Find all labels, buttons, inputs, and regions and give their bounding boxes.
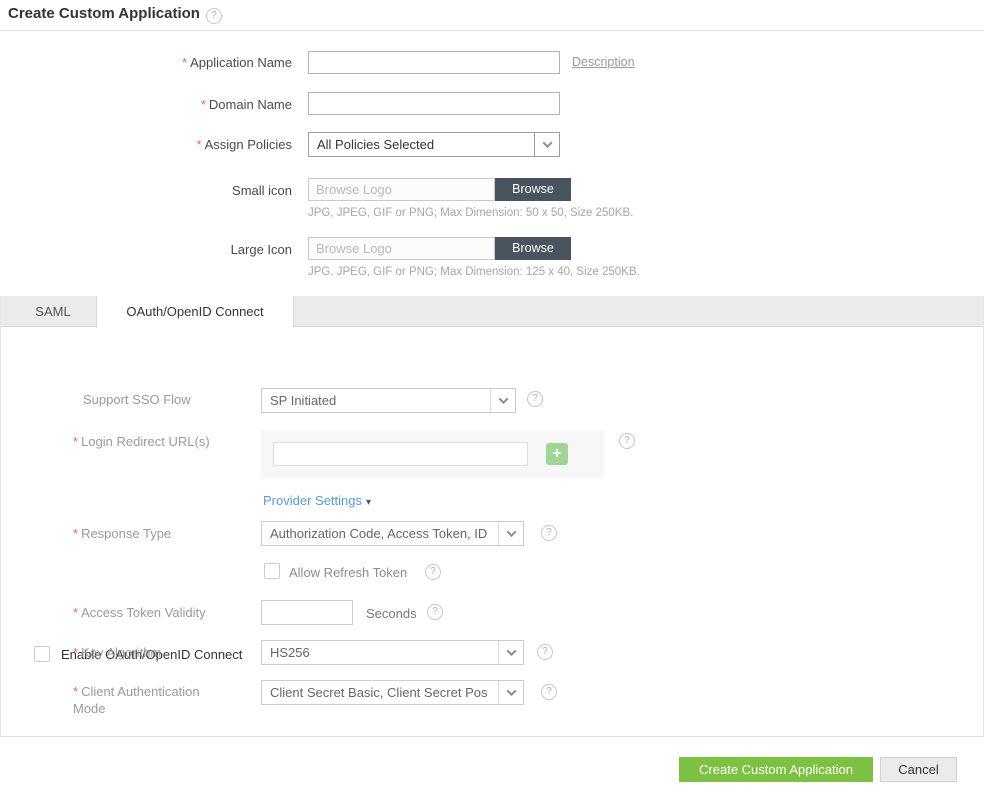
chevron-down-icon: [534, 133, 559, 156]
tab-saml[interactable]: SAML: [10, 296, 96, 327]
login-redirect-input[interactable]: [273, 442, 528, 466]
allow-refresh-token-label: Allow Refresh Token: [289, 565, 407, 580]
cancel-button[interactable]: Cancel: [880, 757, 957, 782]
sso-flow-value: SP Initiated: [262, 389, 490, 412]
application-name-input[interactable]: [308, 51, 560, 74]
large-icon-hint: JPG, JPEG, GIF or PNG; Max Dimension: 12…: [308, 266, 640, 278]
required-marker: *: [197, 137, 202, 152]
domain-name-input[interactable]: [308, 92, 560, 115]
small-icon-filename-input[interactable]: [308, 178, 495, 201]
chevron-down-icon: [490, 389, 515, 412]
create-custom-application-button[interactable]: Create Custom Application: [679, 757, 873, 782]
provider-settings-toggle[interactable]: Provider Settings▾: [263, 493, 371, 508]
tab-oauth-openid-connect[interactable]: OAuth/OpenID Connect: [96, 296, 294, 328]
domain-name-label: *Domain Name: [0, 97, 292, 112]
add-redirect-url-button[interactable]: +: [546, 443, 568, 465]
large-icon-label: Large Icon: [0, 242, 292, 257]
chevron-down-icon: [498, 522, 523, 545]
required-marker: *: [182, 55, 187, 70]
login-redirect-label: *Login Redirect URL(s): [73, 434, 210, 449]
caret-down-icon: ▾: [366, 497, 371, 508]
sso-flow-help-icon[interactable]: ?: [527, 391, 543, 407]
allow-refresh-token-help-icon[interactable]: ?: [425, 564, 441, 580]
assign-policies-value: All Policies Selected: [309, 133, 534, 156]
chevron-down-icon: [498, 681, 523, 704]
key-algorithm-select[interactable]: HS256: [261, 640, 524, 665]
enable-oauth-checkbox[interactable]: [34, 646, 50, 662]
required-marker: *: [73, 684, 78, 699]
plus-icon: +: [552, 445, 561, 462]
response-type-label: *Response Type: [73, 526, 171, 541]
client-auth-mode-label: *Client Authentication Mode: [73, 683, 223, 717]
allow-refresh-token-checkbox[interactable]: [264, 563, 280, 579]
required-marker: *: [73, 605, 78, 620]
key-algorithm-label: *Key Algorithm: [73, 645, 161, 660]
header-divider: [0, 30, 984, 31]
assign-policies-label: *Assign Policies: [0, 137, 292, 152]
small-icon-browse-button[interactable]: Browse: [495, 178, 571, 201]
client-auth-mode-select[interactable]: Client Secret Basic, Client Secret Pos: [261, 680, 524, 705]
response-type-value: Authorization Code, Access Token, ID: [262, 522, 498, 545]
page-title: Create Custom Application: [8, 5, 200, 22]
sso-flow-select[interactable]: SP Initiated: [261, 388, 516, 413]
tab-strip: SAML OAuth/OpenID Connect: [1, 296, 983, 327]
response-type-select[interactable]: Authorization Code, Access Token, ID: [261, 521, 524, 546]
required-marker: *: [73, 526, 78, 541]
assign-policies-select[interactable]: All Policies Selected: [308, 132, 560, 157]
response-type-help-icon[interactable]: ?: [541, 525, 557, 541]
small-icon-label: Small icon: [0, 183, 292, 198]
large-icon-browse-button[interactable]: Browse: [495, 237, 571, 260]
required-marker: *: [201, 97, 206, 112]
access-token-validity-input[interactable]: [261, 600, 353, 625]
sso-flow-label: Support SSO Flow: [83, 392, 191, 407]
client-auth-mode-value: Client Secret Basic, Client Secret Pos: [262, 681, 498, 704]
key-algorithm-value: HS256: [262, 641, 498, 664]
client-auth-mode-help-icon[interactable]: ?: [541, 684, 557, 700]
seconds-unit-label: Seconds: [366, 606, 417, 621]
key-algorithm-help-icon[interactable]: ?: [537, 644, 553, 660]
small-icon-hint: JPG, JPEG, GIF or PNG; Max Dimension: 50…: [308, 207, 633, 219]
help-icon[interactable]: ?: [206, 8, 222, 24]
create-custom-application-page: Create Custom Application ? *Application…: [0, 0, 984, 800]
required-marker: *: [73, 645, 78, 660]
access-token-validity-label: *Access Token Validity: [73, 605, 206, 620]
access-token-validity-help-icon[interactable]: ?: [427, 604, 443, 620]
description-link[interactable]: Description: [572, 55, 635, 69]
large-icon-filename-input[interactable]: [308, 237, 495, 260]
application-name-label: *Application Name: [0, 55, 292, 70]
login-redirect-help-icon[interactable]: ?: [619, 433, 635, 449]
protocol-tab-panel: SAML OAuth/OpenID Connect Enable OAuth/O…: [0, 296, 984, 737]
chevron-down-icon: [498, 641, 523, 664]
login-redirect-group: +: [261, 430, 604, 478]
required-marker: *: [73, 434, 78, 449]
